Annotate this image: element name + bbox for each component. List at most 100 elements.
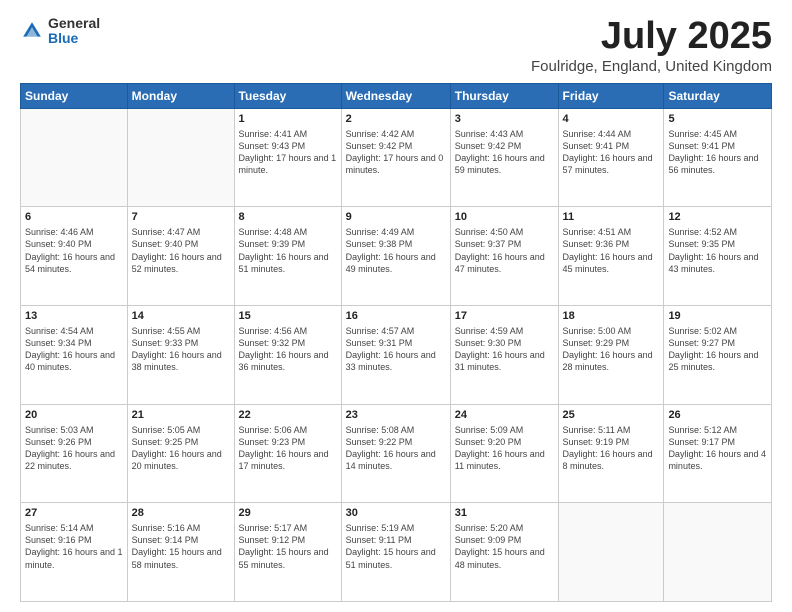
logo-blue: Blue: [48, 31, 100, 46]
calendar-cell: 8Sunrise: 4:48 AMSunset: 9:39 PMDaylight…: [234, 207, 341, 306]
calendar-cell: [664, 503, 772, 602]
col-header-tuesday: Tuesday: [234, 83, 341, 108]
calendar-cell: 14Sunrise: 4:55 AMSunset: 9:33 PMDayligh…: [127, 306, 234, 405]
day-number: 20: [25, 408, 123, 423]
day-info: Sunrise: 5:06 AMSunset: 9:23 PMDaylight:…: [239, 424, 337, 473]
day-info: Sunrise: 5:02 AMSunset: 9:27 PMDaylight:…: [668, 325, 767, 374]
calendar-cell: 25Sunrise: 5:11 AMSunset: 9:19 PMDayligh…: [558, 404, 664, 503]
day-number: 14: [132, 309, 230, 324]
day-info: Sunrise: 4:51 AMSunset: 9:36 PMDaylight:…: [563, 226, 660, 275]
day-info: Sunrise: 4:55 AMSunset: 9:33 PMDaylight:…: [132, 325, 230, 374]
day-number: 11: [563, 210, 660, 225]
day-info: Sunrise: 4:47 AMSunset: 9:40 PMDaylight:…: [132, 226, 230, 275]
calendar-cell: 27Sunrise: 5:14 AMSunset: 9:16 PMDayligh…: [21, 503, 128, 602]
day-number: 22: [239, 408, 337, 423]
day-info: Sunrise: 4:42 AMSunset: 9:42 PMDaylight:…: [346, 128, 446, 177]
day-info: Sunrise: 5:14 AMSunset: 9:16 PMDaylight:…: [25, 522, 123, 571]
day-number: 27: [25, 506, 123, 521]
day-info: Sunrise: 4:56 AMSunset: 9:32 PMDaylight:…: [239, 325, 337, 374]
logo: General Blue: [20, 16, 100, 47]
day-number: 3: [455, 112, 554, 127]
day-info: Sunrise: 4:54 AMSunset: 9:34 PMDaylight:…: [25, 325, 123, 374]
day-info: Sunrise: 5:12 AMSunset: 9:17 PMDaylight:…: [668, 424, 767, 473]
day-info: Sunrise: 4:57 AMSunset: 9:31 PMDaylight:…: [346, 325, 446, 374]
calendar-cell: [21, 108, 128, 207]
calendar-cell: 15Sunrise: 4:56 AMSunset: 9:32 PMDayligh…: [234, 306, 341, 405]
calendar-cell: 5Sunrise: 4:45 AMSunset: 9:41 PMDaylight…: [664, 108, 772, 207]
calendar-cell: 18Sunrise: 5:00 AMSunset: 9:29 PMDayligh…: [558, 306, 664, 405]
day-number: 19: [668, 309, 767, 324]
calendar-cell: 26Sunrise: 5:12 AMSunset: 9:17 PMDayligh…: [664, 404, 772, 503]
day-info: Sunrise: 5:08 AMSunset: 9:22 PMDaylight:…: [346, 424, 446, 473]
calendar-cell: 6Sunrise: 4:46 AMSunset: 9:40 PMDaylight…: [21, 207, 128, 306]
day-info: Sunrise: 4:48 AMSunset: 9:39 PMDaylight:…: [239, 226, 337, 275]
day-info: Sunrise: 4:50 AMSunset: 9:37 PMDaylight:…: [455, 226, 554, 275]
day-number: 2: [346, 112, 446, 127]
calendar-header-row: SundayMondayTuesdayWednesdayThursdayFrid…: [21, 83, 772, 108]
day-number: 30: [346, 506, 446, 521]
day-number: 6: [25, 210, 123, 225]
page-subtitle: Foulridge, England, United Kingdom: [531, 58, 772, 75]
calendar-week-3: 13Sunrise: 4:54 AMSunset: 9:34 PMDayligh…: [21, 306, 772, 405]
day-number: 24: [455, 408, 554, 423]
day-info: Sunrise: 5:05 AMSunset: 9:25 PMDaylight:…: [132, 424, 230, 473]
calendar-cell: 12Sunrise: 4:52 AMSunset: 9:35 PMDayligh…: [664, 207, 772, 306]
calendar-cell: 31Sunrise: 5:20 AMSunset: 9:09 PMDayligh…: [450, 503, 558, 602]
day-info: Sunrise: 5:00 AMSunset: 9:29 PMDaylight:…: [563, 325, 660, 374]
day-number: 29: [239, 506, 337, 521]
day-info: Sunrise: 5:16 AMSunset: 9:14 PMDaylight:…: [132, 522, 230, 571]
day-info: Sunrise: 5:17 AMSunset: 9:12 PMDaylight:…: [239, 522, 337, 571]
header: General Blue July 2025 Foulridge, Englan…: [20, 16, 772, 75]
day-number: 26: [668, 408, 767, 423]
calendar-cell: [558, 503, 664, 602]
calendar-cell: 13Sunrise: 4:54 AMSunset: 9:34 PMDayligh…: [21, 306, 128, 405]
day-number: 31: [455, 506, 554, 521]
day-number: 13: [25, 309, 123, 324]
day-number: 8: [239, 210, 337, 225]
calendar-cell: 28Sunrise: 5:16 AMSunset: 9:14 PMDayligh…: [127, 503, 234, 602]
col-header-sunday: Sunday: [21, 83, 128, 108]
day-number: 5: [668, 112, 767, 127]
calendar-cell: 1Sunrise: 4:41 AMSunset: 9:43 PMDaylight…: [234, 108, 341, 207]
day-number: 25: [563, 408, 660, 423]
day-info: Sunrise: 4:59 AMSunset: 9:30 PMDaylight:…: [455, 325, 554, 374]
day-info: Sunrise: 4:46 AMSunset: 9:40 PMDaylight:…: [25, 226, 123, 275]
day-info: Sunrise: 5:03 AMSunset: 9:26 PMDaylight:…: [25, 424, 123, 473]
day-number: 23: [346, 408, 446, 423]
col-header-wednesday: Wednesday: [341, 83, 450, 108]
logo-icon: [20, 19, 44, 43]
calendar-cell: 10Sunrise: 4:50 AMSunset: 9:37 PMDayligh…: [450, 207, 558, 306]
title-block: July 2025 Foulridge, England, United Kin…: [531, 16, 772, 75]
day-info: Sunrise: 4:43 AMSunset: 9:42 PMDaylight:…: [455, 128, 554, 177]
calendar-cell: 17Sunrise: 4:59 AMSunset: 9:30 PMDayligh…: [450, 306, 558, 405]
calendar-week-2: 6Sunrise: 4:46 AMSunset: 9:40 PMDaylight…: [21, 207, 772, 306]
calendar-cell: 16Sunrise: 4:57 AMSunset: 9:31 PMDayligh…: [341, 306, 450, 405]
logo-general: General: [48, 16, 100, 31]
day-number: 17: [455, 309, 554, 324]
day-info: Sunrise: 4:41 AMSunset: 9:43 PMDaylight:…: [239, 128, 337, 177]
day-info: Sunrise: 4:49 AMSunset: 9:38 PMDaylight:…: [346, 226, 446, 275]
day-number: 16: [346, 309, 446, 324]
day-number: 10: [455, 210, 554, 225]
calendar-cell: 2Sunrise: 4:42 AMSunset: 9:42 PMDaylight…: [341, 108, 450, 207]
calendar-cell: 24Sunrise: 5:09 AMSunset: 9:20 PMDayligh…: [450, 404, 558, 503]
col-header-saturday: Saturday: [664, 83, 772, 108]
calendar-week-1: 1Sunrise: 4:41 AMSunset: 9:43 PMDaylight…: [21, 108, 772, 207]
day-number: 9: [346, 210, 446, 225]
day-number: 12: [668, 210, 767, 225]
calendar-cell: 19Sunrise: 5:02 AMSunset: 9:27 PMDayligh…: [664, 306, 772, 405]
calendar-cell: 30Sunrise: 5:19 AMSunset: 9:11 PMDayligh…: [341, 503, 450, 602]
calendar-week-4: 20Sunrise: 5:03 AMSunset: 9:26 PMDayligh…: [21, 404, 772, 503]
calendar-table: SundayMondayTuesdayWednesdayThursdayFrid…: [20, 83, 772, 602]
day-info: Sunrise: 4:44 AMSunset: 9:41 PMDaylight:…: [563, 128, 660, 177]
day-info: Sunrise: 4:52 AMSunset: 9:35 PMDaylight:…: [668, 226, 767, 275]
page: General Blue July 2025 Foulridge, Englan…: [0, 0, 792, 612]
calendar-cell: 3Sunrise: 4:43 AMSunset: 9:42 PMDaylight…: [450, 108, 558, 207]
col-header-friday: Friday: [558, 83, 664, 108]
day-info: Sunrise: 4:45 AMSunset: 9:41 PMDaylight:…: [668, 128, 767, 177]
calendar-cell: 11Sunrise: 4:51 AMSunset: 9:36 PMDayligh…: [558, 207, 664, 306]
calendar-cell: 21Sunrise: 5:05 AMSunset: 9:25 PMDayligh…: [127, 404, 234, 503]
col-header-thursday: Thursday: [450, 83, 558, 108]
day-number: 1: [239, 112, 337, 127]
calendar-cell: 22Sunrise: 5:06 AMSunset: 9:23 PMDayligh…: [234, 404, 341, 503]
